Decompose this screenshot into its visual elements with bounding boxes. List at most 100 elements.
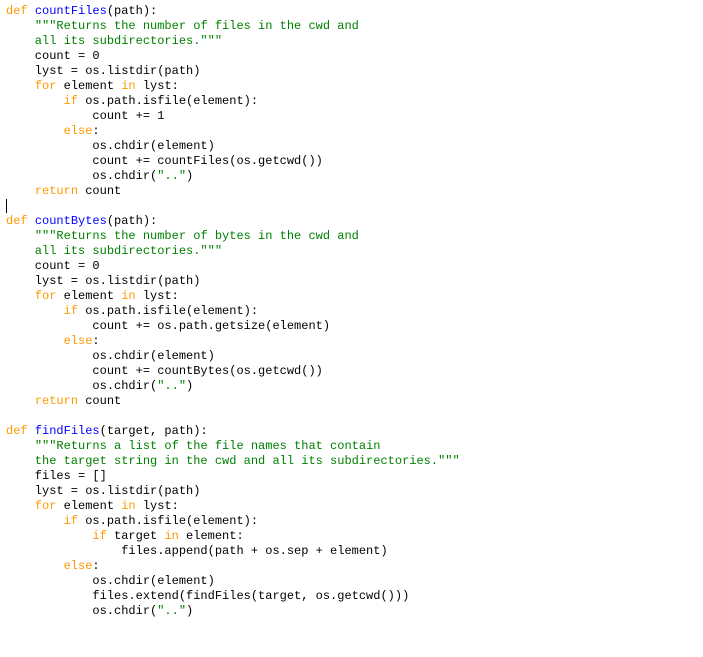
code-token: count += countBytes(os.getcwd())	[6, 364, 323, 378]
line-03[interactable]: all its subdirectories."""	[6, 34, 703, 49]
line-21[interactable]: if os.path.isfile(element):	[6, 304, 703, 319]
code-token: os.chdir(	[6, 169, 157, 183]
code-token	[6, 304, 64, 318]
code-token: lyst = os.listdir(path)	[6, 484, 200, 498]
line-30[interactable]: """Returns a list of the file names that…	[6, 439, 703, 454]
line-17[interactable]: all its subdirectories."""	[6, 244, 703, 259]
code-token: for	[35, 499, 57, 513]
line-28[interactable]	[6, 409, 703, 424]
line-27[interactable]: return count	[6, 394, 703, 409]
line-15[interactable]: def countBytes(path):	[6, 214, 703, 229]
line-18[interactable]: count = 0	[6, 259, 703, 274]
line-09[interactable]: else:	[6, 124, 703, 139]
code-token: in	[121, 289, 135, 303]
line-40[interactable]: files.extend(findFiles(target, os.getcwd…	[6, 589, 703, 604]
line-11[interactable]: count += countFiles(os.getcwd())	[6, 154, 703, 169]
line-16[interactable]: """Returns the number of bytes in the cw…	[6, 229, 703, 244]
line-24[interactable]: os.chdir(element)	[6, 349, 703, 364]
line-22[interactable]: count += os.path.getsize(element)	[6, 319, 703, 334]
code-token	[6, 184, 35, 198]
line-23[interactable]: else:	[6, 334, 703, 349]
line-25[interactable]: count += countBytes(os.getcwd())	[6, 364, 703, 379]
code-token: os.path.isfile(element):	[78, 514, 258, 528]
code-editor[interactable]: def countFiles(path): """Returns the num…	[0, 0, 703, 623]
code-token: count += countFiles(os.getcwd())	[6, 154, 323, 168]
code-token	[28, 424, 35, 438]
code-token: """Returns the number of files in the cw…	[35, 19, 359, 33]
code-token: if	[64, 304, 78, 318]
line-31[interactable]: the target string in the cwd and all its…	[6, 454, 703, 469]
line-26[interactable]: os.chdir("..")	[6, 379, 703, 394]
code-token	[6, 79, 35, 93]
line-34[interactable]: for element in lyst:	[6, 499, 703, 514]
code-token	[6, 19, 35, 33]
line-20[interactable]: for element in lyst:	[6, 289, 703, 304]
code-token: if	[64, 94, 78, 108]
line-35[interactable]: if os.path.isfile(element):	[6, 514, 703, 529]
code-token: files.append(path + os.sep + element)	[6, 544, 388, 558]
code-token: ".."	[157, 379, 186, 393]
code-token: os.chdir(	[6, 379, 157, 393]
code-token: count	[78, 394, 121, 408]
code-token: :	[92, 559, 99, 573]
code-token: files.extend(findFiles(target, os.getcwd…	[6, 589, 409, 603]
code-token	[6, 124, 64, 138]
line-14[interactable]	[6, 199, 703, 214]
line-36[interactable]: if target in element:	[6, 529, 703, 544]
line-13[interactable]: return count	[6, 184, 703, 199]
code-token: :	[92, 124, 99, 138]
code-token: os.chdir(element)	[6, 574, 215, 588]
code-token: all its subdirectories."""	[6, 244, 222, 258]
line-08[interactable]: count += 1	[6, 109, 703, 124]
line-01[interactable]: def countFiles(path):	[6, 4, 703, 19]
line-39[interactable]: os.chdir(element)	[6, 574, 703, 589]
line-32[interactable]: files = []	[6, 469, 703, 484]
code-token: lyst:	[136, 289, 179, 303]
code-token: count = 0	[6, 49, 100, 63]
code-token: )	[186, 169, 193, 183]
code-token: (path):	[107, 4, 157, 18]
code-token: all its subdirectories."""	[6, 34, 222, 48]
code-token: count	[78, 184, 121, 198]
line-41[interactable]: os.chdir("..")	[6, 604, 703, 619]
code-token: else	[64, 559, 93, 573]
line-19[interactable]: lyst = os.listdir(path)	[6, 274, 703, 289]
line-10[interactable]: os.chdir(element)	[6, 139, 703, 154]
code-token: (target, path):	[100, 424, 208, 438]
code-token: """Returns the number of bytes in the cw…	[35, 229, 359, 243]
code-token: count = 0	[6, 259, 100, 273]
code-token: os.chdir(	[6, 604, 157, 618]
code-token: in	[121, 499, 135, 513]
line-29[interactable]: def findFiles(target, path):	[6, 424, 703, 439]
code-token: os.path.isfile(element):	[78, 94, 258, 108]
line-33[interactable]: lyst = os.listdir(path)	[6, 484, 703, 499]
code-token: if	[92, 529, 106, 543]
code-token: lyst = os.listdir(path)	[6, 64, 200, 78]
code-token: else	[64, 124, 93, 138]
text-caret	[6, 199, 8, 213]
line-05[interactable]: lyst = os.listdir(path)	[6, 64, 703, 79]
line-38[interactable]: else:	[6, 559, 703, 574]
code-token	[28, 4, 35, 18]
code-token: element	[56, 499, 121, 513]
code-token: os.chdir(element)	[6, 349, 215, 363]
code-token: for	[35, 289, 57, 303]
code-token: files = []	[6, 469, 107, 483]
line-12[interactable]: os.chdir("..")	[6, 169, 703, 184]
code-token	[6, 334, 64, 348]
line-06[interactable]: for element in lyst:	[6, 79, 703, 94]
code-token: lyst = os.listdir(path)	[6, 274, 200, 288]
code-token: element	[56, 289, 121, 303]
code-token: ".."	[157, 169, 186, 183]
code-token: in	[121, 79, 135, 93]
code-token: findFiles	[35, 424, 100, 438]
line-07[interactable]: if os.path.isfile(element):	[6, 94, 703, 109]
code-token: countBytes	[35, 214, 107, 228]
code-token	[28, 214, 35, 228]
code-token: else	[64, 334, 93, 348]
line-02[interactable]: """Returns the number of files in the cw…	[6, 19, 703, 34]
code-token	[6, 94, 64, 108]
line-04[interactable]: count = 0	[6, 49, 703, 64]
code-token	[6, 289, 35, 303]
line-37[interactable]: files.append(path + os.sep + element)	[6, 544, 703, 559]
